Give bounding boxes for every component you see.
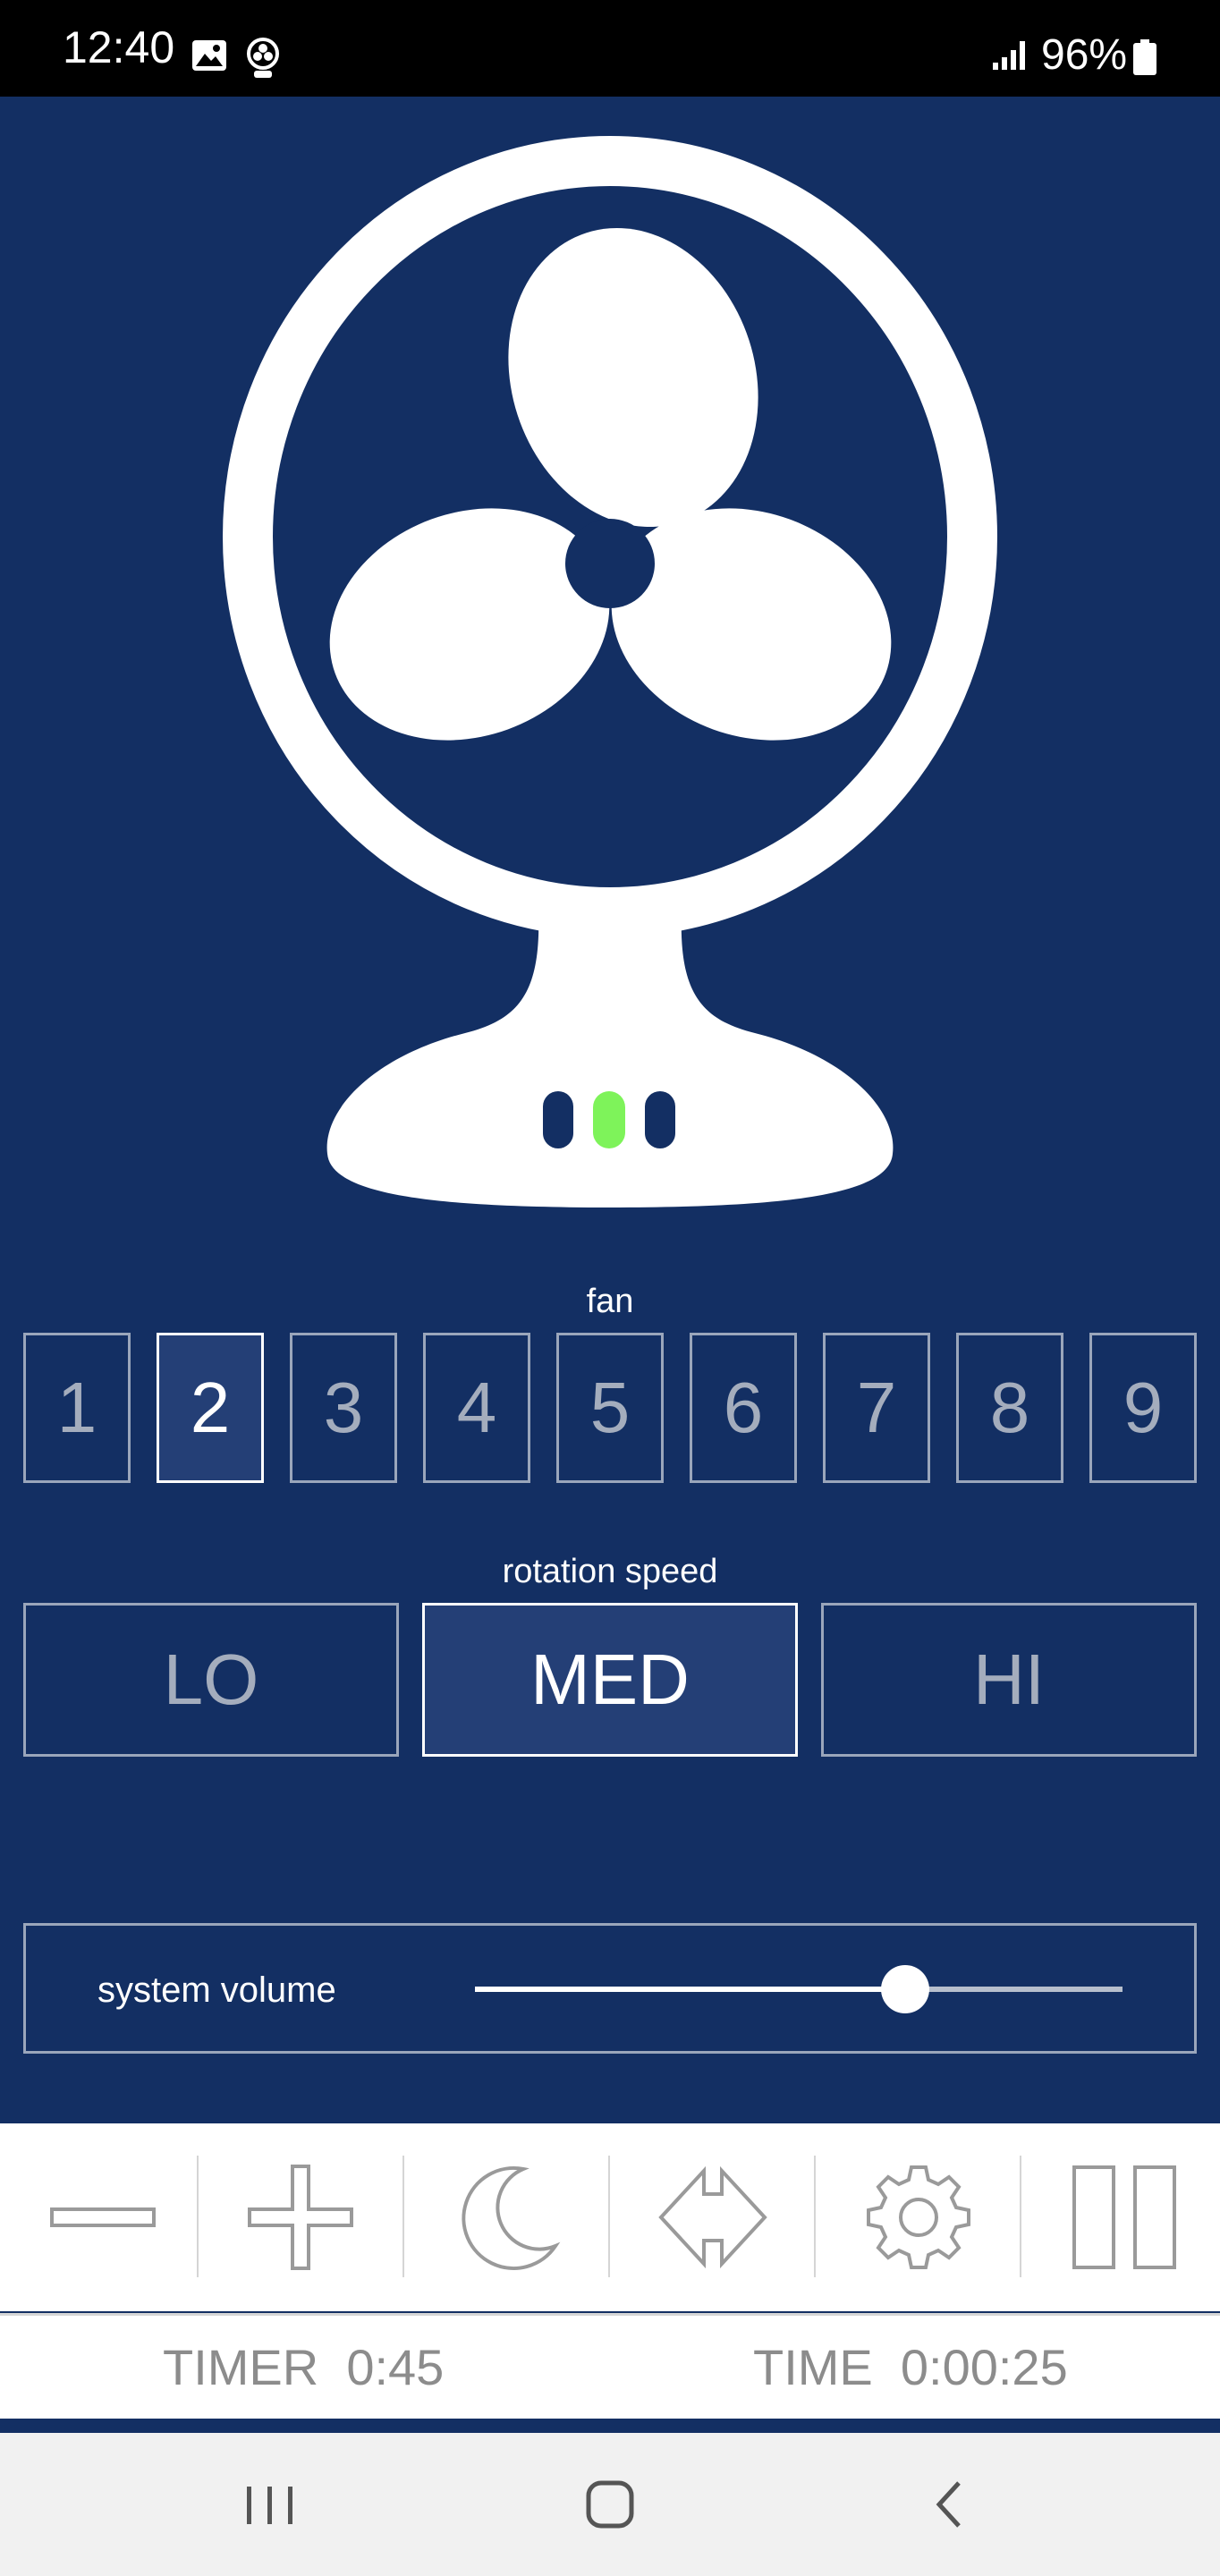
battery-icon: [1132, 39, 1157, 80]
plus-icon: [248, 2165, 353, 2270]
home-icon: [586, 2480, 634, 2529]
fan-button-9[interactable]: 9: [1089, 1333, 1197, 1483]
moon-icon: [462, 2166, 561, 2270]
divider-strip: [0, 2419, 1220, 2433]
status-time: 12:40: [63, 22, 175, 72]
fan-hub: [565, 519, 655, 608]
speed-button-hi[interactable]: HI: [821, 1603, 1197, 1757]
fan-selector: 1 2 3 4 5 6 7 8 9: [23, 1333, 1197, 1485]
fan-blade-left: [329, 508, 610, 741]
pause-button[interactable]: [1021, 2123, 1220, 2311]
recent-apps-icon: [247, 2487, 292, 2524]
control-toolbar: [0, 2123, 1220, 2311]
rotation-speed-label: rotation speed: [502, 1553, 718, 1590]
fan-button-6[interactable]: 6: [690, 1333, 797, 1483]
fan-button-5[interactable]: 5: [556, 1333, 664, 1483]
fan-button-3[interactable]: 3: [290, 1333, 397, 1483]
home-button[interactable]: [574, 2469, 646, 2540]
plus-button[interactable]: [198, 2123, 403, 2311]
gear-icon: [867, 2165, 970, 2269]
fan-blade-top: [508, 227, 758, 528]
fan-base: [326, 912, 894, 1208]
fan-button-2[interactable]: 2: [157, 1333, 264, 1483]
battery-percentage: 96%: [1041, 31, 1128, 79]
back-button[interactable]: [914, 2469, 986, 2540]
image-icon: [191, 39, 227, 76]
fan-label: fan: [586, 1283, 634, 1320]
indicator-light-center: [593, 1091, 625, 1148]
fan-button-4[interactable]: 4: [423, 1333, 530, 1483]
indicator-light-right: [645, 1091, 675, 1148]
volume-slider-fill: [475, 1987, 906, 1992]
volume-slider[interactable]: [475, 1965, 1123, 2013]
fan-notification-icon: [245, 38, 281, 83]
back-icon: [936, 2481, 961, 2528]
fan-illustration[interactable]: [0, 134, 1220, 1225]
pause-icon: [1072, 2165, 1176, 2269]
timer-readout: TIMER 0:45: [163, 2339, 445, 2395]
fan-button-1[interactable]: 1: [23, 1333, 131, 1483]
minus-button[interactable]: [0, 2123, 206, 2311]
fan-button-7[interactable]: 7: [823, 1333, 930, 1483]
volume-panel: system volume: [23, 1923, 1197, 2054]
recent-apps-button[interactable]: [234, 2469, 306, 2540]
indicator-light-left: [543, 1091, 573, 1148]
oscillation-button[interactable]: [610, 2123, 816, 2311]
info-bar: TIMER 0:45 TIME 0:00:25: [0, 2313, 1220, 2419]
volume-label: system volume: [97, 1970, 336, 2010]
settings-button[interactable]: [816, 2123, 1021, 2311]
sleep-button[interactable]: [404, 2123, 610, 2311]
signal-icon: [991, 39, 1029, 76]
rotation-speed-selector: LO MED HI: [23, 1603, 1197, 1757]
speed-button-lo[interactable]: LO: [23, 1603, 399, 1757]
oscillation-arrows-icon: [658, 2165, 767, 2269]
fan-button-8[interactable]: 8: [956, 1333, 1063, 1483]
elapsed-time-readout: TIME 0:00:25: [753, 2339, 1068, 2395]
status-bar: 12:40 96%: [0, 0, 1220, 97]
navigation-bar: [0, 2433, 1220, 2576]
speed-button-med[interactable]: MED: [422, 1603, 798, 1757]
volume-slider-thumb[interactable]: [881, 1965, 930, 2013]
minus-icon: [50, 2207, 156, 2227]
